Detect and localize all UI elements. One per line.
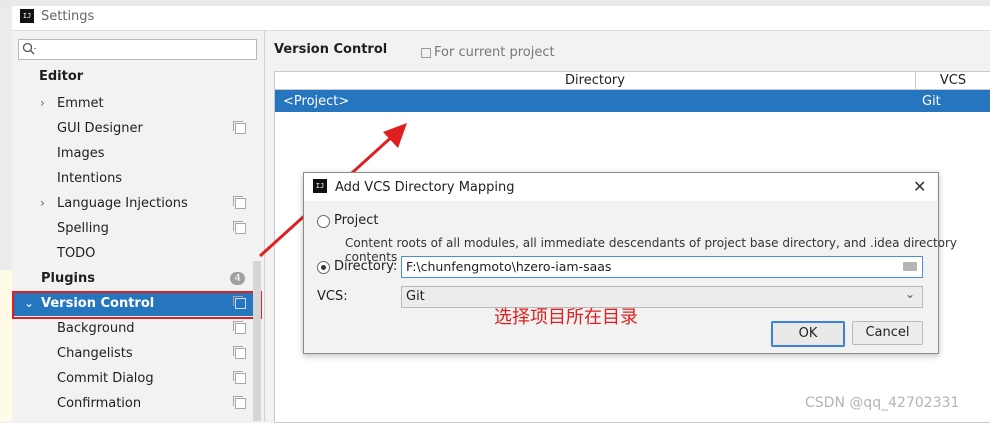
sidebar-scrollbar[interactable] (253, 261, 261, 421)
sidebar-item-label: Images (57, 146, 105, 161)
sidebar-item-label: Intentions (57, 171, 123, 186)
dialog-title: Add VCS Directory Mapping (335, 180, 515, 195)
sidebar-item-label: TODO (57, 246, 96, 261)
directory-radio-label[interactable]: Directory: (334, 259, 397, 274)
sidebar-item-label: Changelists (57, 346, 133, 361)
window-titlebar (12, 6, 990, 31)
project-scope-icon (421, 48, 431, 58)
sidebar-item-label: Commit Dialog (57, 371, 154, 386)
project-scope-icon (233, 346, 246, 359)
column-header-directory[interactable]: Directory (275, 72, 916, 90)
sidebar-item-plugins[interactable]: Plugins 4 (12, 266, 262, 291)
intellij-logo-icon: IJ (313, 179, 327, 193)
directory-radio[interactable] (317, 261, 330, 274)
settings-search-input[interactable] (18, 39, 257, 60)
table-cell-vcs: Git (922, 94, 941, 109)
sidebar-item-label: GUI Designer (57, 121, 143, 136)
table-row[interactable] (275, 90, 990, 112)
sidebar-item-label: Editor (39, 69, 84, 84)
ok-button[interactable]: OK (771, 321, 845, 347)
sidebar-item-spelling[interactable]: Spelling (12, 216, 262, 241)
sidebar-item-background[interactable]: Background (12, 316, 262, 341)
chevron-right-icon[interactable]: › (40, 91, 45, 116)
project-scope-icon (233, 196, 246, 209)
sidebar-item-label: Emmet (57, 96, 104, 111)
chevron-right-icon[interactable]: › (40, 191, 45, 216)
scope-label: For current project (434, 45, 555, 60)
chevron-down-icon[interactable]: ⌄ (905, 287, 915, 301)
project-scope-icon (233, 221, 246, 234)
sidebar-item-label: Background (57, 321, 135, 336)
project-radio[interactable] (317, 215, 330, 228)
page-title: Version Control (274, 42, 388, 57)
search-icon (22, 42, 36, 55)
sidebar-item-gui-designer[interactable]: GUI Designer (12, 116, 262, 141)
sidebar-item-label: Plugins (41, 271, 95, 286)
sidebar-item-intentions[interactable]: Intentions (12, 166, 262, 191)
project-scope-icon (233, 121, 246, 134)
sidebar-item-language-injections[interactable]: › Language Injections (12, 191, 262, 216)
sidebar-item-confirmation[interactable]: Confirmation (12, 391, 262, 416)
column-header-vcs[interactable]: VCS (916, 72, 990, 90)
project-scope-icon (233, 321, 246, 334)
sidebar-item-label: Confirmation (57, 396, 142, 411)
project-scope-icon (233, 396, 246, 409)
vcs-label: VCS: (317, 289, 348, 304)
watermark: CSDN @qq_42702331 (805, 395, 960, 411)
sidebar-item-editor[interactable]: Editor (12, 64, 262, 89)
project-radio-label[interactable]: Project (334, 213, 378, 228)
update-count-badge: 4 (230, 272, 245, 285)
close-icon[interactable]: ✕ (913, 177, 926, 196)
sidebar-item-todo[interactable]: TODO (12, 241, 262, 266)
folder-icon[interactable] (903, 262, 917, 271)
annotation-text: 选择项目所在目录 (494, 307, 638, 328)
sidebar-item-emmet[interactable]: › Emmet (12, 91, 262, 116)
sidebar-item-label: Spelling (57, 221, 109, 236)
table-cell-directory: <Project> (283, 94, 350, 109)
window-title: Settings (41, 9, 95, 24)
vcs-select-value: Git (406, 289, 425, 304)
background-editor-edge-highlight (0, 270, 12, 421)
sidebar-item-changelists[interactable]: Changelists (12, 341, 262, 366)
vcs-select[interactable] (401, 286, 923, 308)
project-scope-icon (233, 371, 246, 384)
directory-path-value: F:\chunfengmoto\hzero-iam-saas (406, 259, 612, 274)
highlight-annotation-box (12, 291, 262, 319)
sidebar-item-label: Language Injections (57, 196, 188, 211)
sidebar-item-images[interactable]: Images (12, 141, 262, 166)
intellij-logo-icon: IJ (20, 9, 34, 23)
cancel-button[interactable]: Cancel (852, 321, 923, 345)
sidebar-item-commit-dialog[interactable]: Commit Dialog (12, 366, 262, 391)
